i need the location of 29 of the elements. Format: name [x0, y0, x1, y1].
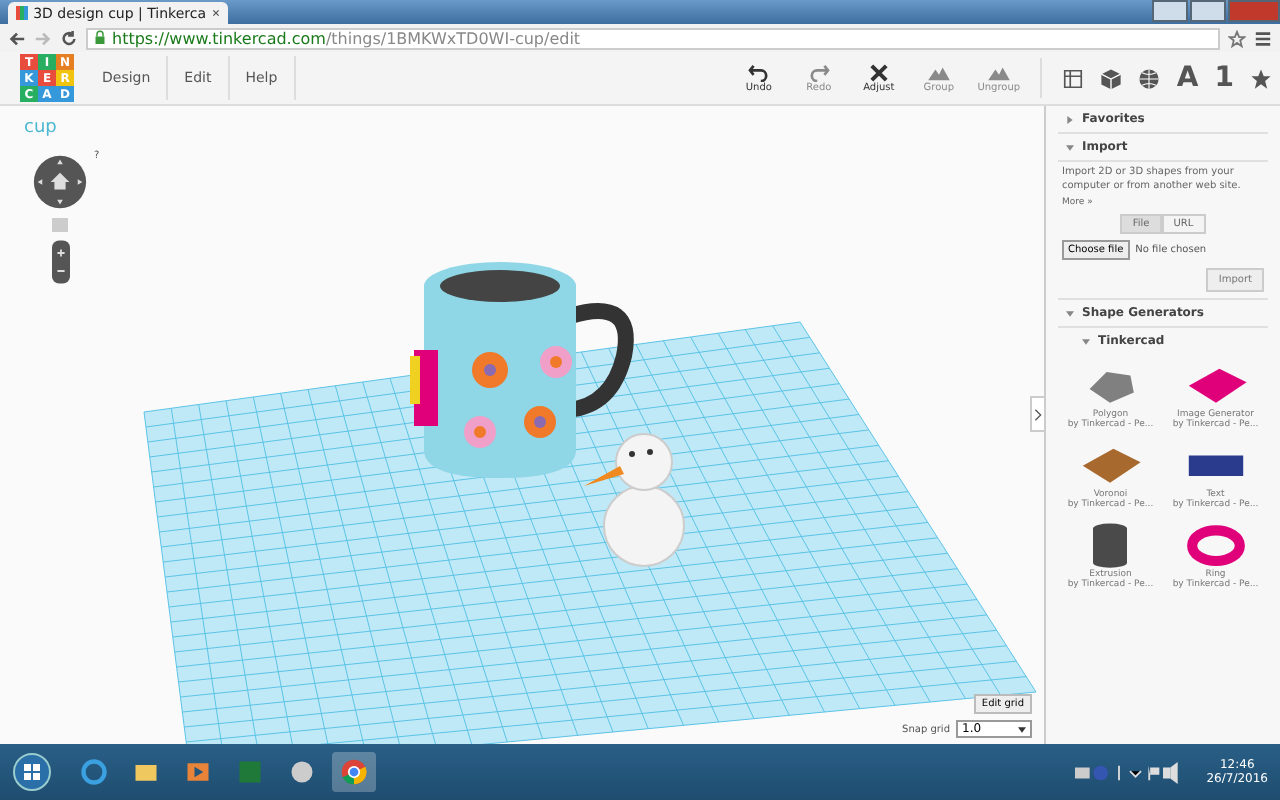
collapse-panel-button[interactable]	[1030, 396, 1044, 432]
close-icon[interactable]	[212, 8, 220, 18]
snowman-drawing	[584, 433, 685, 567]
maximize-icon[interactable]	[1190, 0, 1226, 22]
lock-icon	[94, 30, 106, 46]
address-bar[interactable]: https://www.tinkercad.com/things/1BMKWxTD0WI-cup/edit	[86, 27, 1220, 49]
zoom-control[interactable]	[51, 240, 69, 284]
back-arrow-icon[interactable]	[8, 29, 26, 47]
star-icon[interactable]	[1228, 29, 1246, 47]
view-navigation-control[interactable]	[32, 154, 88, 210]
view-button[interactable]: A	[1176, 64, 1199, 92]
menu-icon[interactable]	[1254, 29, 1272, 47]
tools-icon	[867, 63, 890, 81]
minimize-icon[interactable]	[1152, 0, 1188, 22]
start-button[interactable]	[12, 752, 52, 792]
undo-icon	[747, 63, 770, 81]
cube-icon[interactable]	[1100, 67, 1123, 89]
mountains-icon	[927, 63, 950, 81]
star-icon[interactable]	[1250, 67, 1272, 89]
redo-icon	[807, 63, 830, 81]
sphere-icon[interactable]	[1138, 67, 1161, 89]
tinkercad-favicon-icon	[16, 6, 28, 20]
chevron-icon	[1034, 407, 1042, 421]
view-button[interactable]: 1	[1214, 64, 1234, 92]
caret-icon	[1018, 725, 1026, 733]
chrome-taskbar-icon[interactable]	[332, 752, 376, 792]
workplane-icon[interactable]	[1062, 67, 1085, 89]
mountains-icon	[987, 63, 1010, 81]
reload-icon[interactable]	[60, 29, 78, 47]
